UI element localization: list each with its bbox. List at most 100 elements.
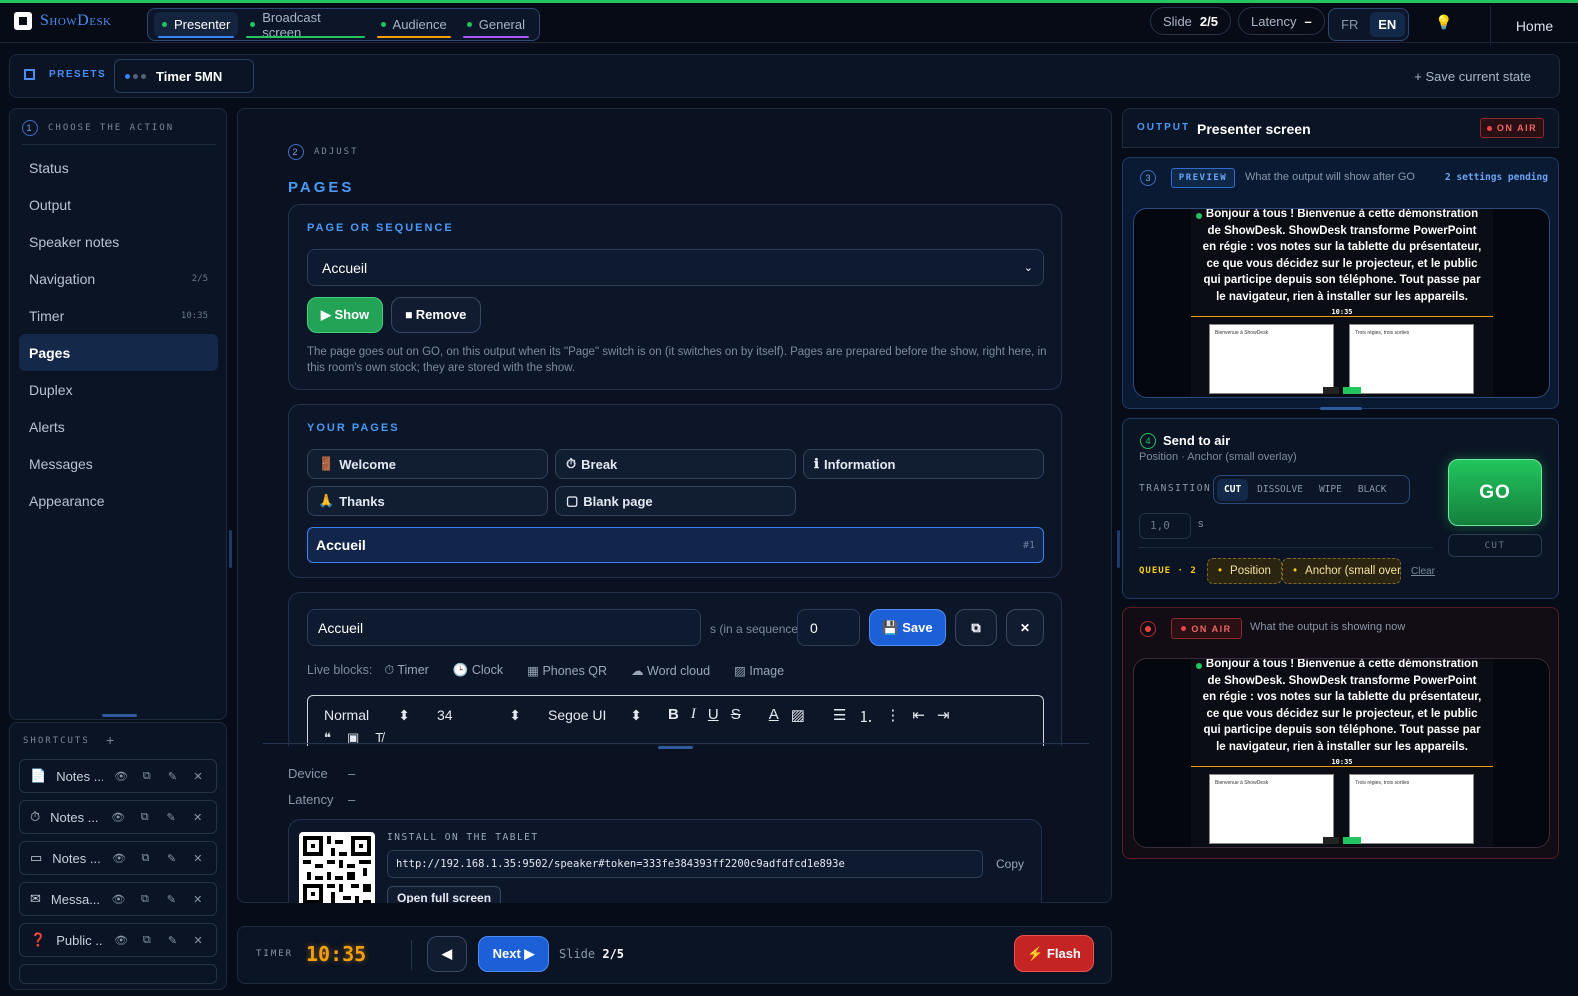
preset-chip[interactable]: Timer 5MN bbox=[114, 59, 254, 93]
brand-logo[interactable]: ShowDesk bbox=[14, 12, 112, 30]
save-button[interactable]: 💾 Save bbox=[869, 609, 946, 646]
underline-icon[interactable]: U bbox=[708, 706, 719, 727]
latency-label: Latency bbox=[288, 792, 334, 807]
right-splitter-handle[interactable] bbox=[1117, 530, 1120, 568]
duration-input[interactable]: 1,0 bbox=[1139, 513, 1191, 539]
live-block-image[interactable]: ▨ Image bbox=[734, 663, 784, 678]
menu-item-messages[interactable]: Messages bbox=[19, 445, 218, 482]
cut-button[interactable]: CUT bbox=[1448, 534, 1542, 557]
slide-status: Slide 2/5 bbox=[1150, 7, 1231, 35]
queue-item-position[interactable]: • Position bbox=[1207, 558, 1282, 584]
editor-resize-handle[interactable] bbox=[658, 746, 693, 749]
page-break[interactable]: ⏱ Break bbox=[555, 449, 796, 479]
size-select[interactable]: 34 ⬍ bbox=[437, 707, 521, 724]
edit-icon: ✎ bbox=[167, 934, 178, 947]
menu-item-speaker-notes[interactable]: Speaker notes bbox=[19, 223, 218, 260]
highlight-icon[interactable]: ▨ bbox=[791, 706, 805, 727]
bullet-list-icon[interactable]: ⋮ bbox=[885, 706, 900, 727]
eye-icon: 👁 bbox=[114, 934, 129, 947]
text-color-icon[interactable]: A bbox=[769, 706, 779, 727]
transition-wipe[interactable]: WIPE bbox=[1312, 479, 1349, 501]
transition-dissolve[interactable]: DISSOLVE bbox=[1250, 479, 1310, 501]
style-select[interactable]: Normal ⬍ bbox=[324, 707, 410, 724]
shortcut-item[interactable]: 📄 Notes ... 👁 ⧉ ✎ ✕ bbox=[19, 759, 217, 793]
align-icon[interactable]: ☰ bbox=[833, 706, 846, 727]
page-accueil[interactable]: Accueil #1 bbox=[307, 527, 1044, 563]
your-pages-card: YOUR PAGES 🚪 Welcome ⏱ Break ℹ Information … bbox=[288, 404, 1062, 578]
lightbulb-icon[interactable]: 💡 bbox=[1434, 14, 1454, 34]
edit-icon: ✎ bbox=[166, 811, 176, 824]
transition-cut[interactable]: CUT bbox=[1217, 478, 1249, 501]
go-button[interactable]: GO bbox=[1448, 459, 1542, 526]
bottom-bar: TIMER 10:35 ◀ Next ▶ Slide 2/5 ⚡ Flash bbox=[237, 926, 1112, 984]
timer-icon: ⏱ bbox=[566, 456, 577, 471]
next-button[interactable]: Next ▶ bbox=[478, 936, 549, 972]
outdent-icon[interactable]: ⇤ bbox=[912, 706, 925, 727]
flash-button[interactable]: ⚡ Flash bbox=[1014, 935, 1094, 972]
close-editor-button[interactable]: ✕ bbox=[1006, 609, 1044, 646]
page-name-input[interactable]: Accueil bbox=[307, 609, 701, 646]
live-block-phones-qr[interactable]: ▦ Phones QR bbox=[527, 663, 607, 678]
queue-label: QUEUE · 2 bbox=[1139, 566, 1197, 576]
live-block-clock[interactable]: 🕒 Clock bbox=[453, 663, 503, 678]
tab-audience[interactable]: Audience bbox=[373, 12, 455, 38]
queue-item-anchor[interactable]: •Anchor (small overlay) bbox=[1282, 558, 1401, 584]
bold-icon[interactable]: B bbox=[668, 706, 679, 727]
menu-item-timer[interactable]: Timer 10:35 bbox=[19, 297, 218, 334]
menu-item-pages[interactable]: Pages bbox=[19, 334, 218, 371]
page-thanks[interactable]: 🙏 Thanks bbox=[307, 486, 548, 516]
shortcut-item[interactable]: ▭ Notes ... 👁 ⧉ ✎ ✕ bbox=[19, 841, 217, 875]
menu-item-alerts[interactable]: Alerts bbox=[19, 408, 218, 445]
duplicate-button[interactable]: ⧉ bbox=[955, 609, 997, 646]
menu-item-output[interactable]: Output bbox=[19, 186, 218, 223]
copy-button[interactable]: Copy bbox=[996, 857, 1024, 871]
home-button[interactable]: Home bbox=[1490, 6, 1578, 46]
shortcut-item[interactable]: ❓ Public ... 👁 ⧉ ✎ ✕ bbox=[19, 923, 217, 957]
clear-queue-button[interactable]: Clear bbox=[1411, 566, 1435, 577]
shortcut-icon: 📄 bbox=[30, 768, 47, 783]
italic-icon[interactable]: I bbox=[691, 706, 696, 727]
preview-timer: 10:35 bbox=[1191, 308, 1493, 317]
indent-icon[interactable]: ⇥ bbox=[937, 706, 950, 727]
shortcut-item[interactable]: ✉ Messa... 👁 ⧉ ✎ ✕ bbox=[19, 882, 217, 916]
shortcuts-title: SHORTCUTS bbox=[23, 736, 90, 746]
duplicate-icon: ⧉ bbox=[140, 810, 149, 823]
page-welcome[interactable]: 🚪 Welcome bbox=[307, 449, 548, 479]
output-name: Presenter screen bbox=[1197, 121, 1311, 137]
menu-item-duplex[interactable]: Duplex bbox=[19, 371, 218, 408]
live-block-word-cloud[interactable]: ☁ Word cloud bbox=[631, 663, 710, 678]
action-panel: 1 CHOOSE THE ACTION Status Output Speaker… bbox=[9, 108, 227, 720]
lang-en[interactable]: EN bbox=[1369, 12, 1405, 37]
shortcut-item[interactable] bbox=[19, 964, 217, 984]
tab-presenter[interactable]: Presenter bbox=[154, 12, 239, 38]
seq-seconds-input[interactable]: 0 bbox=[797, 609, 860, 646]
show-button[interactable]: ▶ Show bbox=[307, 297, 383, 333]
remove-button[interactable]: ⏹ Remove bbox=[391, 297, 481, 333]
page-select[interactable]: Accueil ⌄ bbox=[307, 249, 1044, 286]
add-shortcut-button[interactable]: + bbox=[106, 732, 114, 748]
menu-item-status[interactable]: Status bbox=[19, 149, 218, 186]
your-pages-title: YOUR PAGES bbox=[307, 422, 400, 434]
page-blank[interactable]: ▢ Blank page bbox=[555, 486, 796, 516]
shortcut-item[interactable]: ⏱ Notes ... 👁 ⧉ ✎ ✕ bbox=[19, 800, 217, 834]
live-block-timer[interactable]: ⏱ Timer bbox=[384, 663, 429, 678]
transition-black[interactable]: BLACK bbox=[1351, 479, 1394, 501]
latency-value: – bbox=[348, 792, 356, 807]
tab-broadcast-screen[interactable]: Broadcast screen bbox=[242, 10, 368, 40]
previous-button[interactable]: ◀ bbox=[427, 936, 467, 972]
font-select[interactable]: Segoe UI ⬍ bbox=[548, 707, 642, 724]
page-information[interactable]: ℹ Information bbox=[803, 449, 1044, 479]
save-state-button[interactable]: + Save current state bbox=[1414, 69, 1531, 84]
pending-count[interactable]: 2 settings pending bbox=[1445, 172, 1548, 183]
install-url-field[interactable]: http://192.168.1.35:9502/speaker#token=3… bbox=[387, 850, 983, 878]
send-title: Send to air bbox=[1163, 433, 1231, 448]
menu-item-navigation[interactable]: Navigation 2/5 bbox=[19, 260, 218, 297]
resize-handle[interactable] bbox=[102, 714, 137, 717]
open-fullscreen-button[interactable]: Open full screen bbox=[387, 886, 502, 903]
menu-item-appearance[interactable]: Appearance bbox=[19, 482, 218, 519]
splitter-handle[interactable] bbox=[229, 530, 232, 568]
strikethrough-icon[interactable]: S bbox=[731, 706, 741, 727]
lang-fr[interactable]: FR bbox=[1332, 12, 1368, 37]
tab-general[interactable]: General bbox=[459, 12, 533, 38]
ordered-list-icon[interactable]: ⒈ bbox=[858, 706, 873, 727]
